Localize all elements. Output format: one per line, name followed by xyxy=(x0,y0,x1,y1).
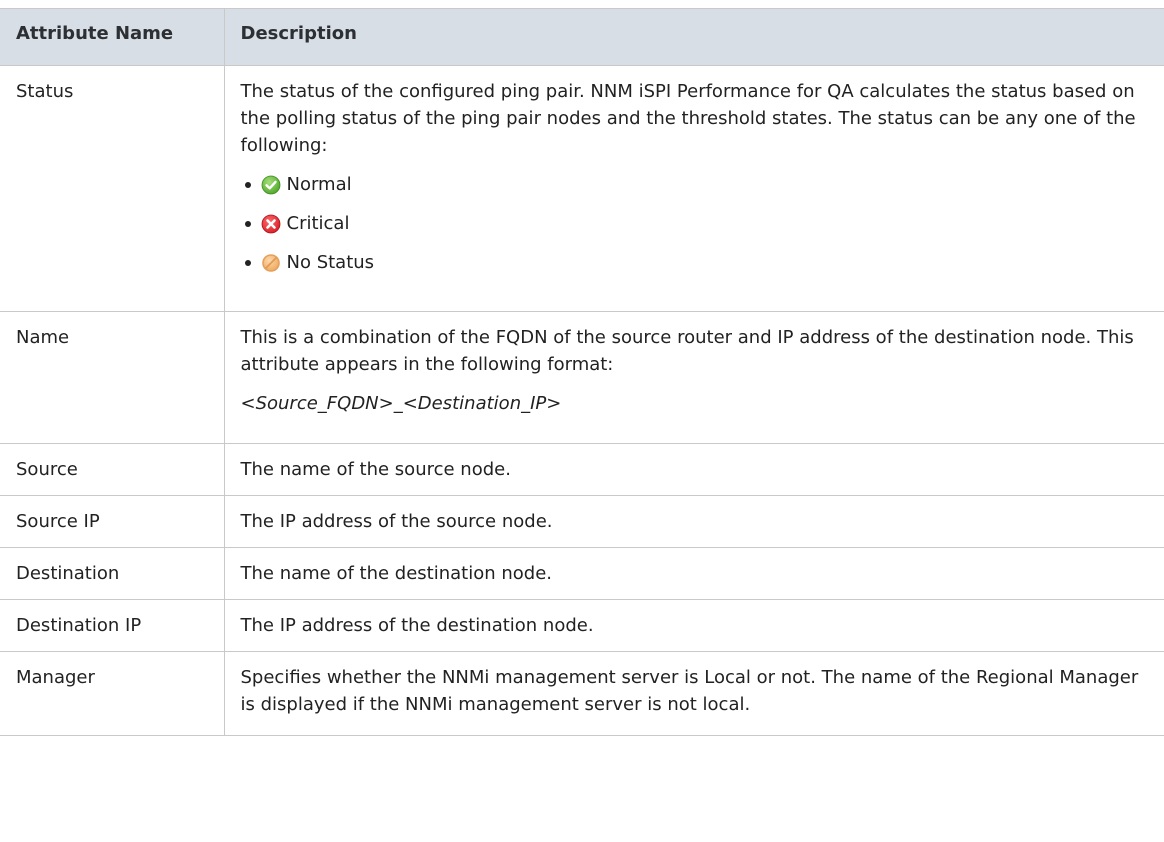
table-row: Name This is a combination of the FQDN o… xyxy=(0,311,1164,444)
attribute-name-cell: Name xyxy=(0,311,224,444)
attribute-name-cell: Status xyxy=(0,65,224,312)
normal-status-icon xyxy=(261,175,280,194)
list-item: Critical xyxy=(241,210,1143,237)
table-header-row: Attribute Name Description xyxy=(0,8,1164,66)
name-description: This is a combination of the FQDN of the… xyxy=(240,327,1134,375)
table-row: Source IP The IP address of the source n… xyxy=(0,495,1164,548)
description-header: Description xyxy=(223,8,1164,66)
description-cell: The name of the source node. xyxy=(223,443,1164,496)
bullet xyxy=(244,181,251,188)
description-cell: The name of the destination node. xyxy=(223,547,1164,600)
no-status-icon xyxy=(261,253,280,272)
attribute-name-cell: Destination xyxy=(0,547,224,600)
description-cell: The IP address of the source node. xyxy=(223,495,1164,548)
attributes-table: Attribute Name Description Status The st… xyxy=(0,8,1164,736)
table-row: Manager Specifies whether the NNMi manag… xyxy=(0,651,1164,736)
attribute-name-cell: Source IP xyxy=(0,495,224,548)
status-description: The status of the configured ping pair. … xyxy=(240,81,1136,156)
description-cell: The status of the configured ping pair. … xyxy=(223,65,1164,312)
list-item: Normal xyxy=(241,171,1143,198)
attribute-name-cell: Source xyxy=(0,443,224,496)
list-item: No Status xyxy=(241,249,1143,276)
description-cell: This is a combination of the FQDN of the… xyxy=(223,311,1164,444)
status-list: Normal Critical No Status xyxy=(241,171,1143,276)
bullet xyxy=(244,259,251,266)
table-row: Destination IP The IP address of the des… xyxy=(0,599,1164,652)
attribute-name-cell: Destination IP xyxy=(0,599,224,652)
name-format: <Source_FQDN>_<Destination_IP> xyxy=(240,393,562,414)
critical-status-icon xyxy=(261,214,280,233)
description-cell: The IP address of the destination node. xyxy=(223,599,1164,652)
table-row: Status The status of the configured ping… xyxy=(0,65,1164,312)
bullet xyxy=(244,220,251,227)
status-label: Normal xyxy=(286,174,352,195)
attribute-name-header: Attribute Name xyxy=(0,8,224,66)
description-cell: Specifies whether the NNMi management se… xyxy=(223,651,1164,736)
table-row: Destination The name of the destination … xyxy=(0,547,1164,600)
table-row: Source The name of the source node. xyxy=(0,443,1164,496)
attribute-name-cell: Manager xyxy=(0,651,224,736)
status-label: Critical xyxy=(286,213,350,234)
status-label: No Status xyxy=(286,252,375,273)
